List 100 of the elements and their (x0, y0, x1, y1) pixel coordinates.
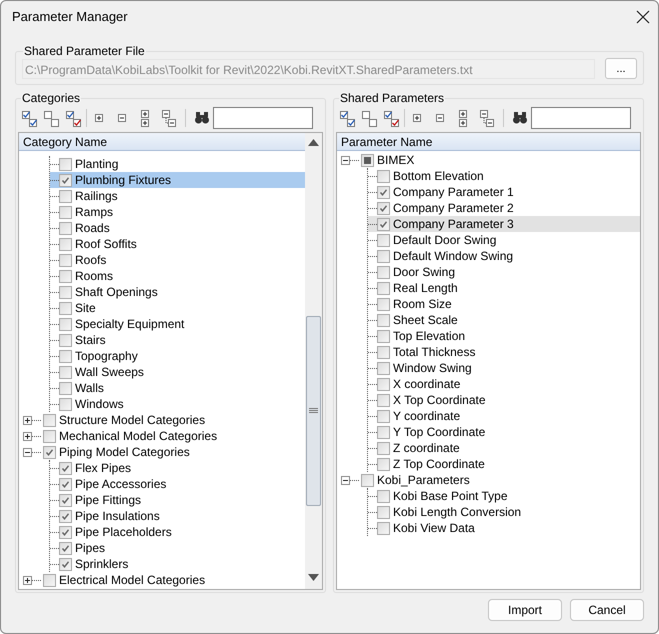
tree-item[interactable]: Door Swing (368, 264, 640, 280)
checkbox[interactable] (59, 222, 72, 234)
checkbox[interactable] (377, 490, 390, 502)
tree-item[interactable]: Pipe Accessories (50, 476, 305, 492)
tree-item[interactable]: Shaft Openings (50, 284, 305, 300)
checkbox[interactable] (377, 330, 390, 342)
tree-item[interactable]: Sheet Scale (368, 312, 640, 328)
tree-item[interactable]: Company Parameter 3 (368, 216, 640, 232)
tree-item[interactable]: Window Swing (368, 360, 640, 376)
tree-item[interactable]: Z coordinate (368, 440, 640, 456)
checkbox[interactable] (377, 218, 390, 230)
checkbox[interactable] (43, 446, 56, 458)
checkbox[interactable] (59, 462, 72, 474)
checkbox[interactable] (377, 458, 390, 470)
checkbox[interactable] (43, 574, 56, 586)
scroll-down-icon[interactable] (308, 574, 319, 581)
checkbox[interactable] (59, 558, 72, 570)
tree-item[interactable]: Site (50, 300, 305, 316)
uncheck-all-icon[interactable] (361, 109, 378, 127)
column-header[interactable]: Category Name (19, 133, 305, 151)
checkbox[interactable] (377, 346, 390, 358)
tree-item[interactable]: Roads (50, 220, 305, 236)
collapse-icon[interactable] (341, 476, 350, 484)
checkbox[interactable] (377, 442, 390, 454)
collapse-all-icon[interactable] (160, 109, 177, 127)
checkbox[interactable] (59, 542, 72, 554)
tree-item[interactable]: Total Thickness (368, 344, 640, 360)
tree-item[interactable]: Railings (50, 188, 305, 204)
dialog-button[interactable]: Import (488, 599, 562, 621)
tree-item[interactable]: Wall Sweeps (50, 364, 305, 380)
close-icon[interactable] (636, 10, 650, 24)
tree-item[interactable]: Ramps (50, 204, 305, 220)
checkbox[interactable] (377, 234, 390, 246)
checkbox[interactable] (377, 362, 390, 374)
invert-check-icon[interactable] (65, 109, 82, 127)
uncheck-all-icon[interactable] (43, 109, 60, 127)
checkbox[interactable] (377, 426, 390, 438)
tree-item[interactable]: Sprinklers (50, 556, 305, 572)
tree-item[interactable]: Roofs (50, 252, 305, 268)
scroll-up-icon[interactable] (308, 139, 319, 146)
tree-item[interactable]: Company Parameter 1 (368, 184, 640, 200)
collapse-icon[interactable] (341, 156, 350, 164)
checkbox[interactable] (59, 366, 72, 378)
checkbox[interactable] (59, 270, 72, 282)
checkbox[interactable] (377, 202, 390, 214)
tree-item[interactable]: Topography (50, 348, 305, 364)
checkbox[interactable] (377, 314, 390, 326)
checkbox[interactable] (377, 394, 390, 406)
checkbox[interactable] (377, 250, 390, 262)
tree-item[interactable]: Kobi Length Conversion (368, 504, 640, 520)
tree-item[interactable]: Real Length (368, 280, 640, 296)
checkbox[interactable] (377, 170, 390, 182)
tree-item[interactable]: Bottom Elevation (368, 168, 640, 184)
invert-check-icon[interactable] (383, 109, 400, 127)
expand-icon[interactable] (23, 416, 32, 424)
tree-item[interactable]: Top Elevation (368, 328, 640, 344)
tree-item[interactable]: Y coordinate (368, 408, 640, 424)
checkbox[interactable] (59, 526, 72, 538)
tree-item[interactable]: Pipe Fittings (50, 492, 305, 508)
tree-item[interactable]: Room Size (368, 296, 640, 312)
checkbox[interactable] (43, 414, 56, 426)
tree-item[interactable]: Pipe Placeholders (50, 524, 305, 540)
tree-item[interactable]: Z Top Coordinate (368, 456, 640, 472)
checkbox[interactable] (59, 302, 72, 314)
checkbox[interactable] (43, 430, 56, 442)
checkbox[interactable] (59, 238, 72, 250)
tree-item[interactable]: Roof Soffits (50, 236, 305, 252)
tree-item[interactable]: Stairs (50, 332, 305, 348)
checkbox[interactable] (59, 318, 72, 330)
tree-item[interactable]: Electrical Model Categories (19, 572, 305, 588)
checkbox[interactable] (377, 186, 390, 198)
checkbox[interactable] (377, 298, 390, 310)
tree-item[interactable]: Windows (50, 396, 305, 412)
tree-item[interactable]: Mechanical Model Categories (19, 428, 305, 444)
check-all-icon[interactable] (21, 109, 38, 127)
search-field[interactable] (213, 107, 313, 129)
tree-item[interactable]: Plumbing Fixtures (50, 172, 305, 188)
checkbox[interactable] (59, 494, 72, 506)
checkbox[interactable] (59, 398, 72, 410)
scrollbar[interactable] (305, 133, 322, 589)
checkbox[interactable] (377, 410, 390, 422)
checkbox[interactable] (59, 350, 72, 362)
tree-item[interactable]: Kobi_Parameters (337, 472, 640, 488)
tree-item[interactable]: Pipe Insulations (50, 508, 305, 524)
collapse-all-icon[interactable] (478, 109, 495, 127)
tree-item[interactable]: Walls (50, 380, 305, 396)
tree-item[interactable]: Piping Model Categories (19, 444, 305, 460)
checkbox[interactable] (377, 378, 390, 390)
checkbox[interactable] (59, 190, 72, 202)
checkbox[interactable] (377, 522, 390, 534)
search-field[interactable] (531, 107, 631, 129)
scroll-thumb[interactable] (306, 316, 321, 506)
checkbox[interactable] (377, 506, 390, 518)
check-all-icon[interactable] (339, 109, 356, 127)
tree-item[interactable]: Kobi Base Point Type (368, 488, 640, 504)
checkbox[interactable] (59, 334, 72, 346)
checkbox[interactable] (377, 266, 390, 278)
collapse-icon[interactable] (23, 448, 32, 456)
column-header[interactable]: Parameter Name (337, 133, 640, 151)
checkbox[interactable] (361, 154, 374, 166)
